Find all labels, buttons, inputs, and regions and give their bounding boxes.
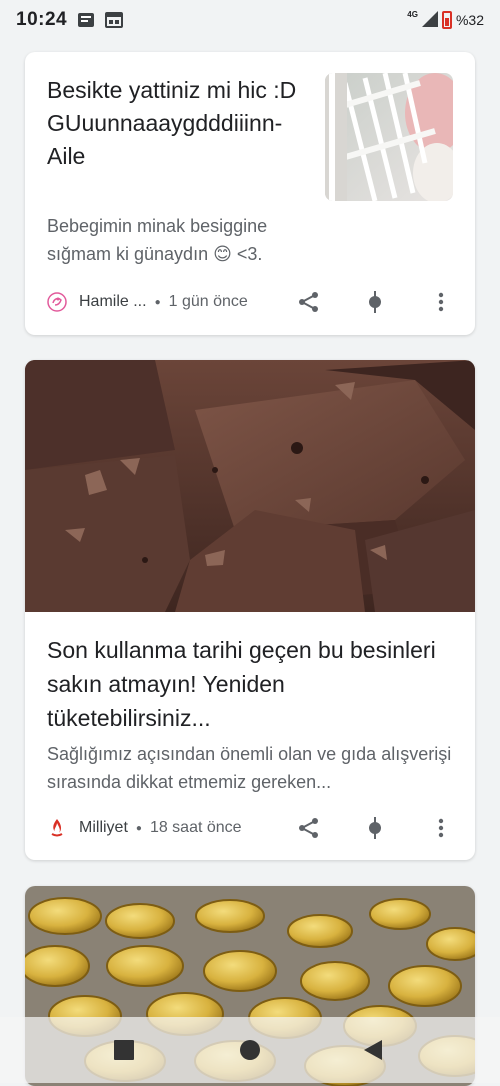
network-type: 4G bbox=[407, 9, 418, 19]
calendar-icon bbox=[105, 12, 124, 28]
card-hero-image[interactable] bbox=[25, 360, 475, 612]
share-icon[interactable] bbox=[297, 816, 321, 840]
card-snippet: Bebegimin minak besiggine sığmam ki güna… bbox=[47, 216, 268, 264]
back-button[interactable] bbox=[362, 1039, 384, 1061]
publish-time: 18 saat önce bbox=[149, 819, 242, 836]
card-snippet: Sağlığımız açısından önemli olan ve gıda… bbox=[47, 744, 452, 792]
milliyet-logo-icon bbox=[47, 818, 67, 838]
source-name[interactable]: Milliyet bbox=[79, 819, 128, 837]
more-icon[interactable] bbox=[429, 816, 453, 840]
card-thumbnail[interactable] bbox=[325, 73, 453, 201]
interest-icon[interactable] bbox=[363, 816, 387, 840]
status-bar: 10:24 4G %32 bbox=[0, 0, 500, 40]
navigation-bar bbox=[0, 1017, 500, 1083]
more-icon[interactable] bbox=[429, 290, 453, 314]
hamile-logo-icon bbox=[47, 292, 67, 312]
interest-icon[interactable] bbox=[363, 290, 387, 314]
meta-separator: ● bbox=[135, 822, 142, 834]
card-meta: Milliyet ● 18 saat önce bbox=[47, 813, 453, 843]
card-title[interactable]: Son kullanma tarihi geçen bu besinleri s… bbox=[47, 633, 447, 735]
message-icon bbox=[77, 12, 95, 28]
meta-separator: ● bbox=[154, 296, 161, 308]
card-title[interactable]: Besikte yattiniz mi hic :D GUuunnaaaygdd… bbox=[47, 74, 317, 173]
signal-icon bbox=[421, 10, 438, 30]
recent-apps-button[interactable] bbox=[113, 1039, 135, 1061]
source-name[interactable]: Hamile ... bbox=[79, 293, 147, 311]
battery-icon bbox=[441, 11, 452, 29]
publish-time: 1 gün önce bbox=[168, 293, 248, 310]
status-time: 10:24 bbox=[16, 9, 68, 30]
battery-percent: %32 bbox=[455, 12, 484, 28]
feed-card-1[interactable]: Besikte yattiniz mi hic :D GUuunnaaaygdd… bbox=[25, 52, 475, 335]
share-icon[interactable] bbox=[297, 290, 321, 314]
home-button[interactable] bbox=[239, 1039, 261, 1061]
feed-card-2[interactable]: Son kullanma tarihi geçen bu besinleri s… bbox=[25, 360, 475, 860]
card-meta: Hamile ... ● 1 gün önce bbox=[47, 287, 453, 317]
